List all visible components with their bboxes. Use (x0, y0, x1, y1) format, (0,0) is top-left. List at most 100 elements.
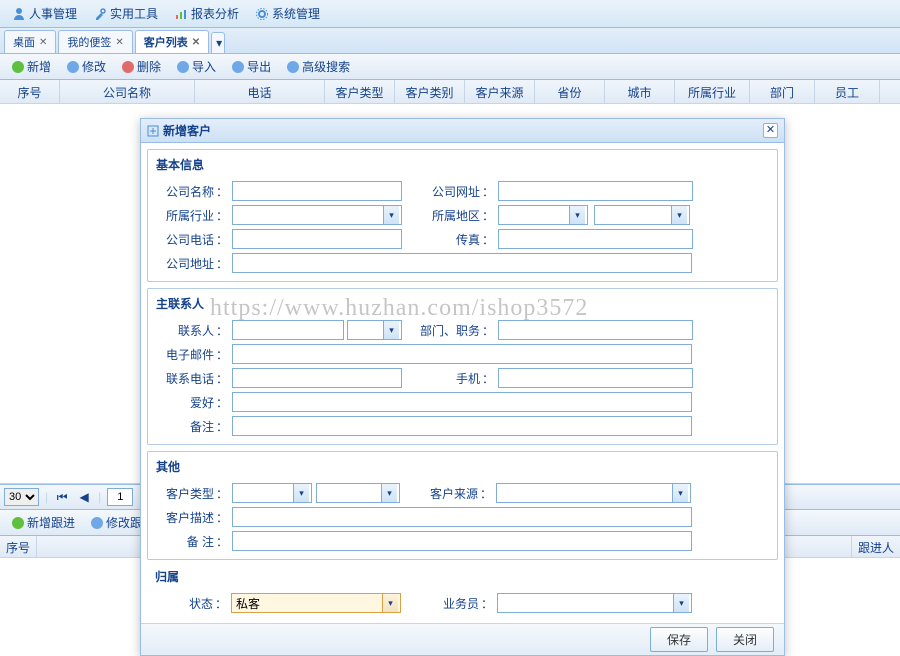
label-source: 客户来源 (420, 485, 480, 502)
import-button[interactable]: 导入 (169, 54, 224, 79)
menu-label: 报表分析 (191, 5, 239, 22)
delete-button[interactable]: 删除 (114, 54, 169, 79)
grid-col[interactable]: 客户类别 (395, 80, 465, 103)
hobby-input[interactable] (232, 392, 692, 412)
label-mobile: 手机 (422, 370, 482, 387)
grid-col[interactable]: 部门 (750, 80, 815, 103)
edit-icon (67, 61, 79, 73)
save-button[interactable]: 保存 (650, 627, 708, 652)
chevron-down-icon: ▾ (293, 484, 309, 502)
tab-add-button[interactable]: ▾ (211, 32, 225, 53)
grid-col[interactable]: 客户类型 (325, 80, 395, 103)
website-input[interactable] (498, 181, 693, 201)
grid-header: 序号公司名称电话客户类型客户类别客户来源省份城市所属行业部门员工 (0, 80, 900, 104)
remark-input[interactable] (232, 416, 692, 436)
add-button[interactable]: 新增 (4, 54, 59, 79)
tab-notes[interactable]: 我的便签✕ (58, 30, 132, 53)
dialog-footer: 保存 关闭 (141, 623, 784, 655)
phone-input[interactable] (232, 229, 402, 249)
desc-input[interactable] (232, 507, 692, 527)
prev-page-button[interactable]: ◀ (76, 489, 92, 505)
close-icon[interactable]: ✕ (115, 37, 123, 48)
grid-col[interactable]: 公司名称 (60, 80, 195, 103)
btn-label: 导入 (192, 58, 216, 75)
ctype-combo[interactable]: ▾ (232, 483, 312, 503)
mobile-input[interactable] (498, 368, 693, 388)
menu-label: 人事管理 (29, 5, 77, 22)
fieldset-contact: 主联系人 联系人： ▾ 部门、职务： 电子邮件： 联系电话： 手机： (147, 288, 778, 445)
label-email: 电子邮件 (156, 346, 216, 363)
source-combo[interactable]: ▾ (496, 483, 691, 503)
tab-customers[interactable]: 客户列表✕ (135, 30, 209, 53)
menu-report[interactable]: 报表分析 (166, 0, 247, 27)
fieldset-basic: 基本信息 公司名称： 公司网址： 所属行业： ▾ 所属地区： ▾ ▾ 公司电话： (147, 149, 778, 282)
export-icon (232, 61, 244, 73)
btn-label: 新增跟进 (27, 514, 75, 531)
note-input[interactable] (232, 531, 692, 551)
legend-other: 其他 (156, 456, 769, 479)
chevron-down-icon: ▾ (381, 484, 397, 502)
ccat-combo[interactable]: ▾ (316, 483, 400, 503)
dialog-close-button[interactable]: ✕ (763, 123, 778, 138)
btn-label: 导出 (247, 58, 271, 75)
menu-system[interactable]: 系统管理 (247, 0, 328, 27)
label-region: 所属地区 (422, 207, 482, 224)
email-input[interactable] (232, 344, 692, 364)
dialog-body: 基本信息 公司名称： 公司网址： 所属行业： ▾ 所属地区： ▾ ▾ 公司电话： (141, 143, 784, 623)
tab-bar: 桌面✕ 我的便签✕ 客户列表✕ ▾ (0, 28, 900, 54)
delete-icon (122, 61, 134, 73)
grid-col[interactable]: 省份 (535, 80, 605, 103)
grid-col[interactable]: 序号 (0, 80, 60, 103)
grid-col[interactable]: 所属行业 (675, 80, 750, 103)
contact-title-combo[interactable]: ▾ (347, 320, 402, 340)
user-icon (12, 7, 26, 21)
col-seq: 序号 (0, 536, 37, 557)
label-sales: 业务员 (421, 595, 481, 612)
industry-combo[interactable]: ▾ (232, 205, 402, 225)
address-input[interactable] (232, 253, 692, 273)
grid-col[interactable]: 员工 (815, 80, 880, 103)
label-phone: 公司电话 (156, 231, 216, 248)
tab-desktop[interactable]: 桌面✕ (4, 30, 56, 53)
advsearch-button[interactable]: 高级搜索 (279, 54, 358, 79)
chevron-down-icon: ▾ (383, 206, 399, 224)
region-province-combo[interactable]: ▾ (498, 205, 588, 225)
export-button[interactable]: 导出 (224, 54, 279, 79)
first-page-button[interactable]: ⏮ (54, 489, 70, 505)
close-icon[interactable]: ✕ (39, 37, 47, 48)
page-input[interactable] (107, 488, 133, 506)
dialog-titlebar[interactable]: 新增客户 ✕ (141, 119, 784, 143)
grid-col[interactable]: 城市 (605, 80, 675, 103)
menu-tools[interactable]: 实用工具 (85, 0, 166, 27)
label-company-name: 公司名称 (156, 183, 216, 200)
close-icon[interactable]: ✕ (192, 37, 200, 48)
page-size-select[interactable]: 30 (4, 488, 39, 506)
dept-input[interactable] (498, 320, 693, 340)
dialog-icon (147, 125, 159, 137)
status-combo[interactable]: 私客▾ (231, 593, 401, 613)
contact-name-input[interactable] (232, 320, 344, 340)
sales-combo[interactable]: ▾ (497, 593, 692, 613)
menu-hr[interactable]: 人事管理 (4, 0, 85, 27)
label-address: 公司地址 (156, 255, 216, 272)
company-name-input[interactable] (232, 181, 402, 201)
fax-input[interactable] (498, 229, 693, 249)
menu-label: 系统管理 (272, 5, 320, 22)
label-ctype: 客户类型 (156, 485, 216, 502)
btn-label: 新增 (27, 58, 51, 75)
close-button[interactable]: 关闭 (716, 627, 774, 652)
region-city-combo[interactable]: ▾ (594, 205, 690, 225)
add-icon (12, 61, 24, 73)
edit-button[interactable]: 修改 (59, 54, 114, 79)
menu-label: 实用工具 (110, 5, 158, 22)
toolbar: 新增 修改 删除 导入 导出 高级搜索 (0, 54, 900, 80)
grid-col[interactable]: 电话 (195, 80, 325, 103)
tel-input[interactable] (232, 368, 402, 388)
report-icon (174, 7, 188, 21)
btn-label: 删除 (137, 58, 161, 75)
grid-col[interactable]: 客户来源 (465, 80, 535, 103)
legend-basic: 基本信息 (156, 154, 769, 177)
legend-contact: 主联系人 (156, 293, 769, 316)
label-note: 备 注 (156, 533, 216, 550)
add-follow-button[interactable]: 新增跟进 (4, 510, 83, 535)
